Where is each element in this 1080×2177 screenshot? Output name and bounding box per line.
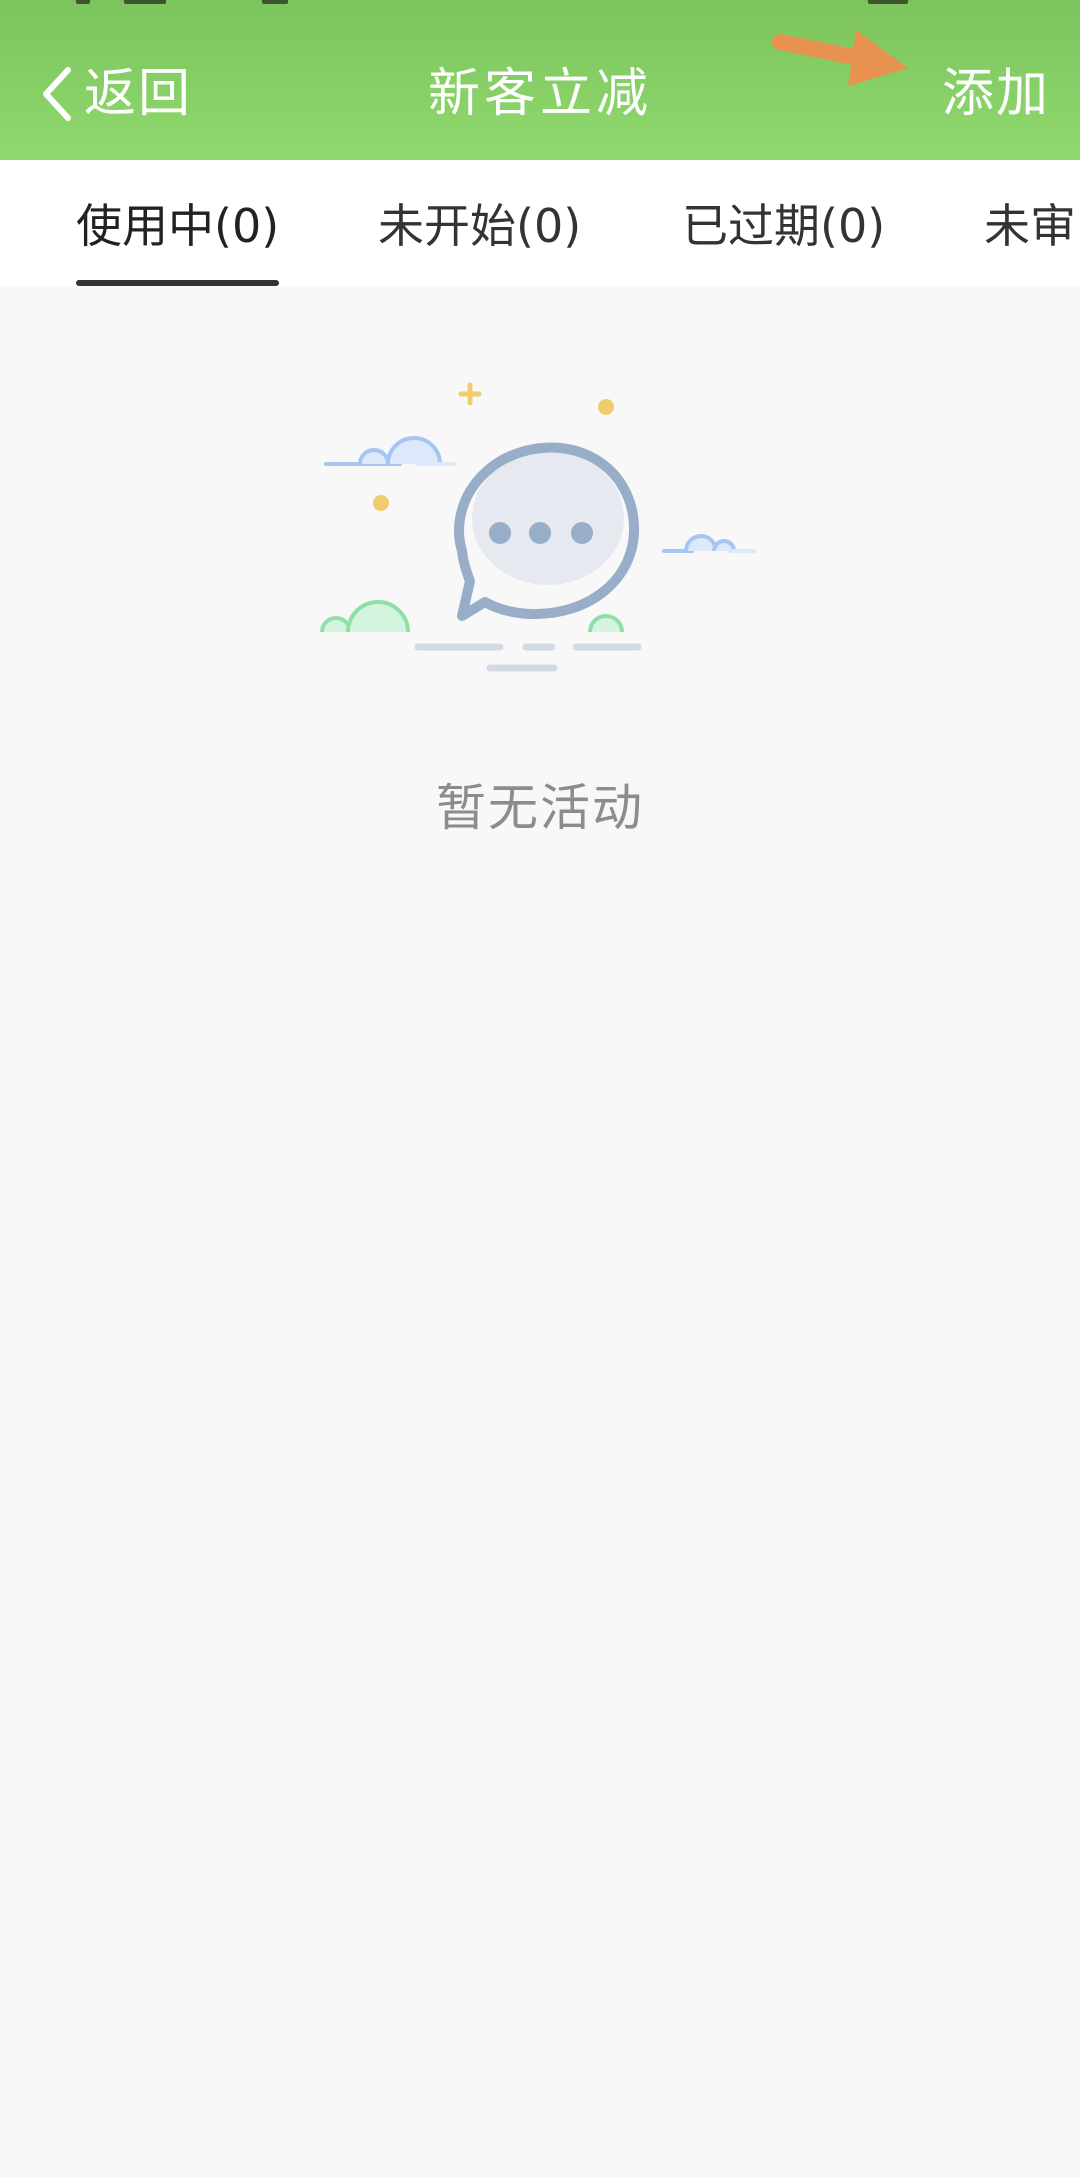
status-bar-icon	[76, 0, 90, 4]
back-button[interactable]: 返回	[36, 56, 192, 132]
tab-in-use[interactable]: 使用中(0)	[76, 160, 280, 286]
tab-label: 已过期(0)	[682, 199, 886, 253]
chat-bubble-icon	[320, 382, 756, 672]
back-label: 返回	[84, 64, 193, 124]
tab-unreviewed[interactable]: 未审	[984, 160, 1076, 286]
tab-expired[interactable]: 已过期(0)	[682, 160, 885, 286]
status-bar-icon	[262, 0, 288, 4]
annotation-arrow-icon	[772, 30, 908, 86]
tab-label: 使用中(0)	[76, 199, 280, 253]
active-tab-indicator	[76, 280, 280, 286]
tab-label: 未审	[984, 199, 1076, 253]
app-header: 返回 新客立减 添加	[0, 0, 1080, 160]
chevron-left-icon	[36, 64, 80, 124]
tab-label: 未开始(0)	[378, 199, 582, 253]
empty-state-message: 暂无活动	[436, 779, 644, 837]
battery-icon	[868, 0, 908, 4]
status-tabs: 使用中(0) 未开始(0) 已过期(0) 未审	[0, 160, 1080, 286]
add-button[interactable]: 添加	[942, 56, 1050, 132]
status-bar-icon	[124, 0, 166, 4]
tab-not-started[interactable]: 未开始(0)	[378, 160, 581, 286]
